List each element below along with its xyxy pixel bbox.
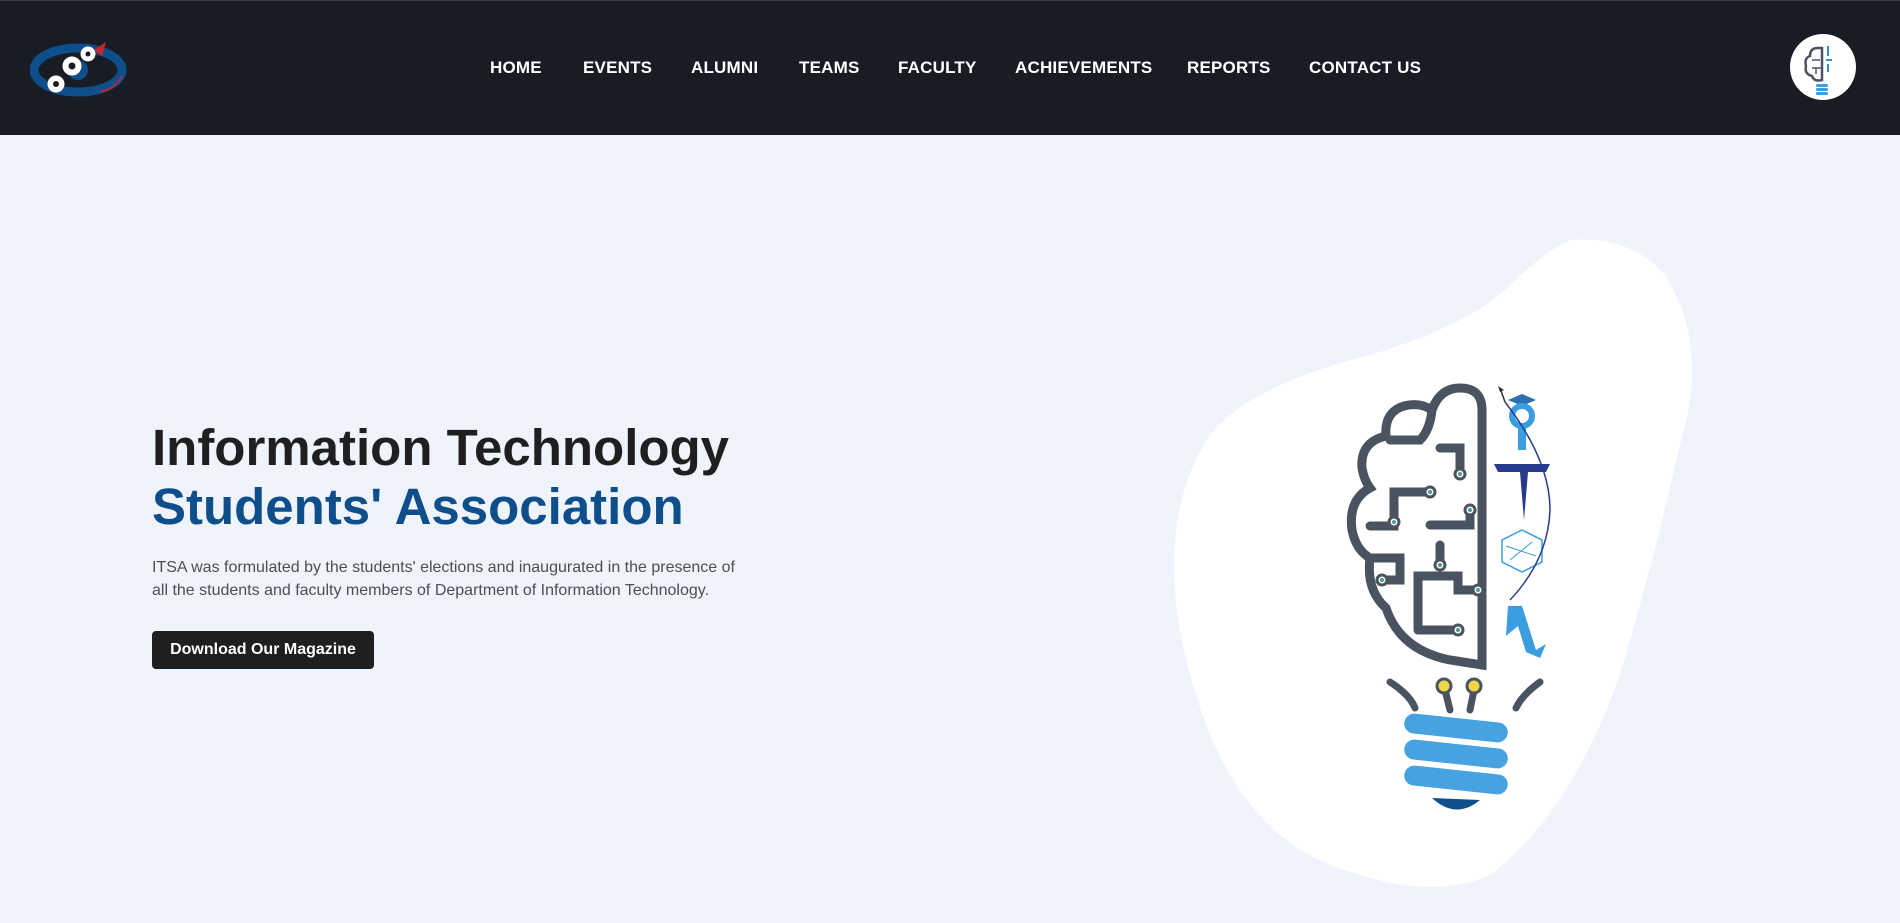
itsa-logo-avatar[interactable] — [1790, 34, 1856, 100]
nav-reports[interactable]: REPORTS — [1187, 58, 1271, 78]
nav-faculty[interactable]: FACULTY — [898, 58, 977, 78]
hero-title-line-1: Information Technology — [152, 419, 730, 476]
nav-teams[interactable]: TEAMS — [799, 58, 860, 78]
hero-title: Information Technology Students' Associa… — [152, 418, 729, 536]
college-logo[interactable] — [29, 36, 130, 104]
nav-contact-us[interactable]: CONTACT US — [1309, 58, 1421, 78]
nav-achievements[interactable]: ACHIEVEMENTS — [1015, 58, 1152, 78]
nav-alumni[interactable]: ALUMNI — [691, 58, 758, 78]
nav-events[interactable]: EVENTS — [583, 58, 652, 78]
top-navbar: HOME EVENTS ALUMNI TEAMS FACULTY ACHIEVE… — [0, 0, 1900, 135]
hero-description: ITSA was formulated by the students' ele… — [152, 559, 735, 599]
hero-title-line-2: Students' Association — [152, 478, 684, 535]
brain-bulb-illustration — [1346, 383, 1551, 810]
download-magazine-button[interactable]: Download Our Magazine — [152, 631, 374, 669]
main-nav: HOME EVENTS ALUMNI TEAMS FACULTY ACHIEVE… — [0, 1, 1900, 136]
nav-home[interactable]: HOME — [490, 58, 542, 78]
